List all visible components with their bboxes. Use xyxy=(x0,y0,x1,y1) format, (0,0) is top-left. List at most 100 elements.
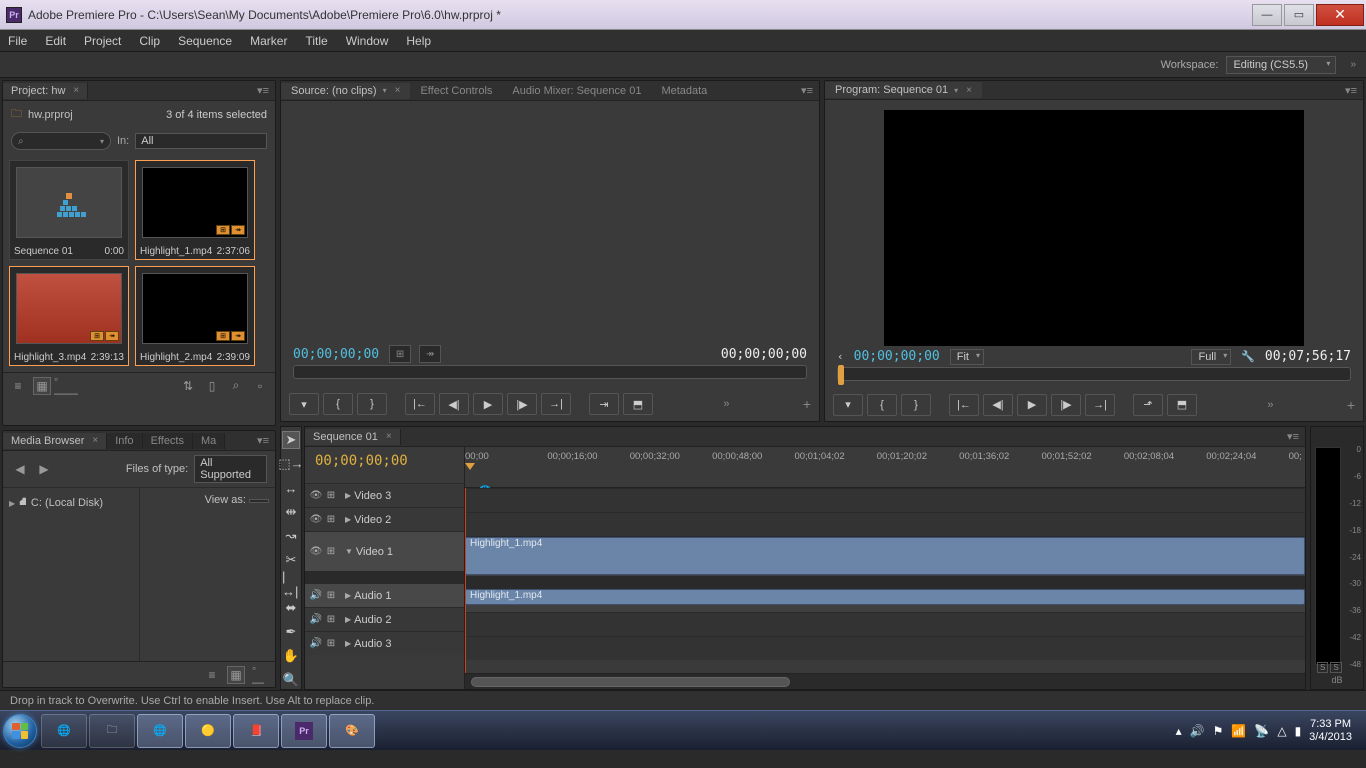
sort-button[interactable]: ⇅ xyxy=(179,377,197,395)
effect-controls-tab[interactable]: Effect Controls xyxy=(410,83,502,99)
track-v1[interactable]: Highlight_1.mp4 xyxy=(465,536,1305,576)
tab-info[interactable]: Info xyxy=(107,433,142,449)
panel-menu-icon[interactable]: ▾≡ xyxy=(1345,84,1357,97)
program-tc-current[interactable]: 00;00;00;00 xyxy=(854,349,940,364)
sync-lock-icon[interactable]: ⊞ xyxy=(325,490,337,502)
menu-marker[interactable]: Marker xyxy=(250,34,287,48)
wrench-icon[interactable]: 🔧 xyxy=(1241,350,1255,363)
play-button[interactable]: ▶ xyxy=(473,393,503,415)
window-maximize-button[interactable]: ▭ xyxy=(1284,4,1314,26)
close-icon[interactable]: × xyxy=(386,431,392,442)
zoom-slider[interactable]: ◦—— xyxy=(57,377,75,395)
timeline-tc[interactable]: 00;00;00;00 xyxy=(305,447,464,475)
icon-view-button[interactable]: ▦ xyxy=(33,377,51,395)
volume-icon[interactable]: 🔊 xyxy=(1190,724,1205,738)
mute-icon[interactable]: 🔊 xyxy=(310,590,322,602)
pen-tool[interactable]: ✒ xyxy=(282,623,300,641)
go-to-in-button[interactable]: |← xyxy=(949,394,979,416)
expand-icon[interactable]: ▶ xyxy=(345,639,351,648)
tab-markers[interactable]: Ma xyxy=(193,433,225,449)
slip-tool[interactable]: |↔| xyxy=(282,575,300,593)
close-icon[interactable]: × xyxy=(73,85,79,96)
add-marker-button[interactable]: ▾ xyxy=(833,394,863,416)
zoom-slider[interactable]: ◦— xyxy=(251,666,269,684)
source-tab[interactable]: Source: (no clips)▾× xyxy=(281,83,410,99)
metadata-tab[interactable]: Metadata xyxy=(651,83,717,99)
more-controls-button[interactable]: » xyxy=(1267,399,1276,411)
go-to-in-button[interactable]: |← xyxy=(405,393,435,415)
dropdown-icon[interactable]: ▾ xyxy=(383,86,387,95)
ripple-edit-tool[interactable]: ↔ xyxy=(282,479,300,497)
menu-sequence[interactable]: Sequence xyxy=(178,34,232,48)
close-icon[interactable]: × xyxy=(395,85,401,96)
solo-button[interactable]: S xyxy=(1330,662,1341,673)
go-to-out-button[interactable]: →| xyxy=(541,393,571,415)
program-tab[interactable]: Program: Sequence 01▾× xyxy=(825,82,982,98)
resolution-select[interactable]: Full xyxy=(1191,349,1231,365)
taskbar-chrome[interactable]: 🌐 xyxy=(41,714,87,748)
timeline-clip[interactable]: Highlight_1.mp4 xyxy=(465,537,1305,575)
eye-icon[interactable]: 👁 xyxy=(310,514,322,526)
expand-icon[interactable]: ▶ xyxy=(345,591,351,600)
slide-tool[interactable]: ⬌ xyxy=(282,599,300,617)
panel-menu-icon[interactable]: ▾≡ xyxy=(257,84,269,97)
step-forward-button[interactable]: |▶ xyxy=(1051,394,1081,416)
add-marker-button[interactable]: ▾ xyxy=(289,393,319,415)
show-hidden-icon[interactable]: ▴ xyxy=(1176,724,1182,738)
menu-title[interactable]: Title xyxy=(305,34,327,48)
mark-in-button[interactable]: { xyxy=(323,393,353,415)
sync-lock-icon[interactable]: ⊞ xyxy=(325,514,337,526)
mark-out-button[interactable]: } xyxy=(901,394,931,416)
tracks-area[interactable]: Highlight_1.mp4 Highlight_1.mp4 xyxy=(465,488,1305,673)
wifi-icon[interactable]: 📡 xyxy=(1254,724,1269,738)
bin-item[interactable]: ⊞↠ Highlight_1.mp42:37:06 xyxy=(135,160,255,260)
audio-only-icon[interactable]: ↠ xyxy=(419,345,441,363)
menu-window[interactable]: Window xyxy=(346,34,389,48)
track-header-a3[interactable]: 🔊⊞▶Audio 3 xyxy=(305,631,464,655)
track-v2[interactable] xyxy=(465,512,1305,536)
zoom-fit-select[interactable]: Fit xyxy=(950,349,984,365)
project-tab[interactable]: Project: hw× xyxy=(3,83,88,99)
expand-icon[interactable]: ▶ xyxy=(345,615,351,624)
taskbar-paint[interactable]: 🎨 xyxy=(329,714,375,748)
drive-icon[interactable]: △ xyxy=(1277,724,1286,738)
workspace-select[interactable]: Editing (CS5.5) xyxy=(1226,56,1336,74)
expand-icon[interactable]: ▶ xyxy=(345,515,351,524)
go-to-out-button[interactable]: →| xyxy=(1085,394,1115,416)
panel-menu-icon[interactable]: ▾≡ xyxy=(257,434,269,447)
mute-icon[interactable]: 🔊 xyxy=(310,638,322,650)
menu-edit[interactable]: Edit xyxy=(45,34,66,48)
time-ruler[interactable]: 00;00 00;00;16;00 00;00;32;00 00;00;48;0… xyxy=(465,447,1305,488)
tab-effects[interactable]: Effects xyxy=(143,433,193,449)
track-header-v2[interactable]: 👁⊞▶Video 2 xyxy=(305,507,464,531)
close-icon[interactable]: × xyxy=(92,435,98,446)
sequence-tab[interactable]: Sequence 01× xyxy=(305,429,401,445)
list-view-button[interactable]: ≡ xyxy=(203,666,221,684)
sync-lock-icon[interactable]: ⊞ xyxy=(325,546,337,558)
step-back-button[interactable]: ◀| xyxy=(983,394,1013,416)
menu-clip[interactable]: Clip xyxy=(139,34,160,48)
menu-help[interactable]: Help xyxy=(406,34,431,48)
source-tc-out[interactable]: 00;00;00;00 xyxy=(721,347,807,362)
track-v3[interactable] xyxy=(465,488,1305,512)
eye-icon[interactable]: 👁 xyxy=(310,490,322,502)
rolling-edit-tool[interactable]: ⇹ xyxy=(282,503,300,521)
timeline-hscroll[interactable] xyxy=(465,673,1305,689)
lift-button[interactable]: ⬏ xyxy=(1133,394,1163,416)
list-view-button[interactable]: ≡ xyxy=(9,377,27,395)
source-scrubber[interactable] xyxy=(293,365,807,379)
menu-file[interactable]: File xyxy=(8,34,27,48)
new-item-button[interactable]: ▫ xyxy=(251,377,269,395)
step-forward-button[interactable]: |▶ xyxy=(507,393,537,415)
selection-tool[interactable]: ➤ xyxy=(282,431,300,449)
network-icon[interactable]: 📶 xyxy=(1231,724,1246,738)
menu-project[interactable]: Project xyxy=(84,34,121,48)
track-select-tool[interactable]: ⬚→ xyxy=(282,455,300,473)
video-only-icon[interactable]: ⊞ xyxy=(389,345,411,363)
new-bin-button[interactable]: ▯ xyxy=(203,377,221,395)
taskbar-acrobat[interactable]: 📕 xyxy=(233,714,279,748)
mark-in-button[interactable]: { xyxy=(867,394,897,416)
find-button[interactable]: ⌕ xyxy=(227,377,245,395)
in-select[interactable]: All xyxy=(135,133,267,149)
taskbar-premiere[interactable]: Pr xyxy=(281,714,327,748)
